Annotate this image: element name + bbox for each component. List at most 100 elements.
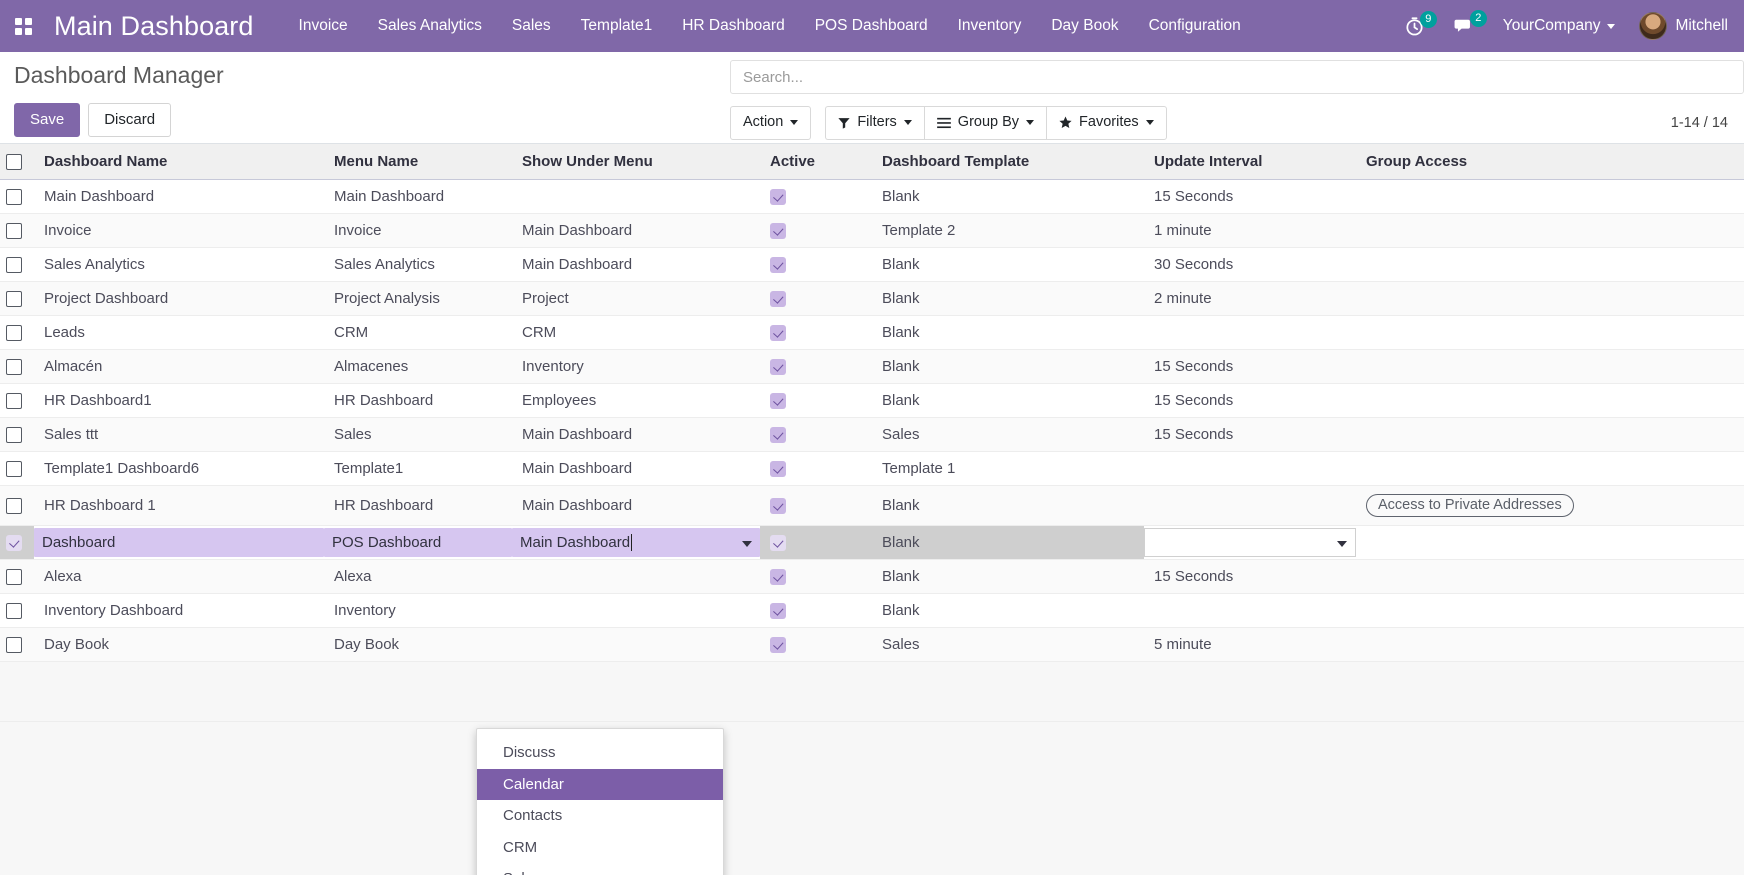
cell-group-access[interactable]: [1356, 214, 1744, 248]
cell-menu-name[interactable]: Almacenes: [324, 350, 512, 384]
cell-show-under-menu[interactable]: [512, 560, 760, 594]
row-checkbox[interactable]: [6, 393, 22, 409]
nav-item-pos-dashboard[interactable]: POS Dashboard: [800, 11, 943, 41]
table-row[interactable]: Sales ttt Sales Main Dashboard Sales 15 …: [0, 418, 1744, 452]
cell-dashboard-template[interactable]: Blank: [872, 316, 1144, 350]
cell-update-interval[interactable]: 15 Seconds: [1144, 384, 1356, 418]
cell-show-under-menu[interactable]: [512, 628, 760, 662]
pager[interactable]: 1-14 / 14: [1671, 115, 1744, 131]
cell-active[interactable]: [760, 418, 872, 452]
row-checkbox[interactable]: [6, 569, 22, 585]
column-dashboard-name[interactable]: Dashboard Name: [34, 144, 324, 180]
table-row[interactable]: Alexa Alexa Blank 15 Seconds: [0, 560, 1744, 594]
cell-group-access[interactable]: [1356, 628, 1744, 662]
dropdown-item-crm[interactable]: CRM: [477, 832, 723, 864]
cell-dashboard-template[interactable]: Blank: [872, 248, 1144, 282]
row-checkbox[interactable]: [6, 461, 22, 477]
cell-group-access[interactable]: Access to Private Addresses: [1356, 486, 1744, 526]
cell-update-interval[interactable]: [1144, 594, 1356, 628]
cell-update-interval-edit[interactable]: [1144, 526, 1356, 560]
cell-menu-name[interactable]: HR Dashboard: [324, 384, 512, 418]
table-row[interactable]: Project Dashboard Project Analysis Proje…: [0, 282, 1744, 316]
cell-update-interval[interactable]: 5 minute: [1144, 628, 1356, 662]
cell-menu-name[interactable]: CRM: [324, 316, 512, 350]
select-all-checkbox[interactable]: [6, 154, 22, 170]
row-checkbox[interactable]: [6, 637, 22, 653]
cell-dashboard-template[interactable]: Blank: [872, 486, 1144, 526]
active-checkbox[interactable]: [770, 603, 786, 619]
column-dashboard-template[interactable]: Dashboard Template: [872, 144, 1144, 180]
cell-dashboard-name[interactable]: Main Dashboard: [34, 180, 324, 214]
row-checkbox[interactable]: [6, 291, 22, 307]
cell-group-access[interactable]: [1356, 248, 1744, 282]
cell-active[interactable]: [760, 628, 872, 662]
cell-dashboard-template[interactable]: Blank: [872, 384, 1144, 418]
cell-menu-name[interactable]: Invoice: [324, 214, 512, 248]
dropdown-item-sales[interactable]: Sales: [477, 863, 723, 875]
cell-menu-name[interactable]: Alexa: [324, 560, 512, 594]
cell-group-access[interactable]: [1356, 384, 1744, 418]
nav-item-inventory[interactable]: Inventory: [943, 11, 1037, 41]
cell-update-interval[interactable]: [1144, 316, 1356, 350]
group-by-button[interactable]: Group By: [924, 106, 1046, 140]
dashboard-name-input[interactable]: Dashboard: [34, 528, 324, 557]
favorites-button[interactable]: Favorites: [1046, 106, 1167, 140]
table-row-editing[interactable]: Dashboard POS Dashboard Main Dashboard: [0, 526, 1744, 560]
table-row[interactable]: Day Book Day Book Sales 5 minute: [0, 628, 1744, 662]
cell-menu-name[interactable]: Template1: [324, 452, 512, 486]
table-row[interactable]: HR Dashboard1 HR Dashboard Employees Bla…: [0, 384, 1744, 418]
nav-item-template1[interactable]: Template1: [566, 11, 668, 41]
cell-menu-name-edit[interactable]: POS Dashboard: [324, 526, 512, 560]
cell-show-under-menu[interactable]: Main Dashboard: [512, 418, 760, 452]
column-show-under-menu[interactable]: Show Under Menu: [512, 144, 760, 180]
active-checkbox[interactable]: [770, 189, 786, 205]
cell-menu-name[interactable]: Main Dashboard: [324, 180, 512, 214]
nav-item-invoice[interactable]: Invoice: [284, 11, 363, 41]
cell-show-under-menu[interactable]: Main Dashboard: [512, 214, 760, 248]
cell-active[interactable]: [760, 282, 872, 316]
user-menu[interactable]: Mitchell: [1627, 8, 1734, 44]
row-checkbox[interactable]: [6, 498, 22, 514]
cell-active-edit[interactable]: [760, 526, 872, 560]
cell-dashboard-template[interactable]: Blank: [872, 350, 1144, 384]
cell-group-access[interactable]: [1356, 452, 1744, 486]
row-checkbox[interactable]: [6, 427, 22, 443]
row-checkbox[interactable]: [6, 257, 22, 273]
cell-update-interval[interactable]: 15 Seconds: [1144, 418, 1356, 452]
cell-active[interactable]: [760, 248, 872, 282]
column-menu-name[interactable]: Menu Name: [324, 144, 512, 180]
discard-button[interactable]: Discard: [88, 103, 171, 137]
active-checkbox[interactable]: [770, 427, 786, 443]
cell-active[interactable]: [760, 486, 872, 526]
cell-show-under-menu[interactable]: Main Dashboard: [512, 452, 760, 486]
cell-group-access-edit[interactable]: [1356, 526, 1744, 560]
active-checkbox[interactable]: [770, 393, 786, 409]
active-checkbox[interactable]: [770, 461, 786, 477]
cell-dashboard-name[interactable]: Alexa: [34, 560, 324, 594]
cell-dashboard-name[interactable]: Leads: [34, 316, 324, 350]
cell-update-interval[interactable]: 2 minute: [1144, 282, 1356, 316]
cell-dashboard-template-edit[interactable]: Blank: [872, 526, 1144, 560]
cell-update-interval[interactable]: 1 minute: [1144, 214, 1356, 248]
cell-dashboard-name[interactable]: Invoice: [34, 214, 324, 248]
cell-dashboard-name[interactable]: HR Dashboard1: [34, 384, 324, 418]
cell-show-under-menu[interactable]: Main Dashboard: [512, 486, 760, 526]
cell-menu-name[interactable]: Sales: [324, 418, 512, 452]
row-checkbox[interactable]: [6, 603, 22, 619]
dropdown-item-contacts[interactable]: Contacts: [477, 800, 723, 832]
row-checkbox[interactable]: [6, 535, 22, 551]
cell-dashboard-name[interactable]: Project Dashboard: [34, 282, 324, 316]
cell-group-access[interactable]: [1356, 180, 1744, 214]
cell-show-under-menu[interactable]: [512, 180, 760, 214]
active-checkbox[interactable]: [770, 498, 786, 514]
dropdown-item-discuss[interactable]: Discuss: [477, 737, 723, 769]
company-switcher[interactable]: YourCompany: [1491, 11, 1628, 41]
cell-active[interactable]: [760, 214, 872, 248]
cell-show-under-menu[interactable]: Inventory: [512, 350, 760, 384]
active-checkbox[interactable]: [770, 325, 786, 341]
activities-button[interactable]: 9: [1392, 12, 1441, 41]
nav-item-configuration[interactable]: Configuration: [1134, 11, 1256, 41]
apps-grid-icon[interactable]: [6, 9, 40, 43]
dropdown-item-calendar[interactable]: Calendar: [477, 769, 723, 801]
messages-button[interactable]: 2: [1441, 11, 1491, 41]
